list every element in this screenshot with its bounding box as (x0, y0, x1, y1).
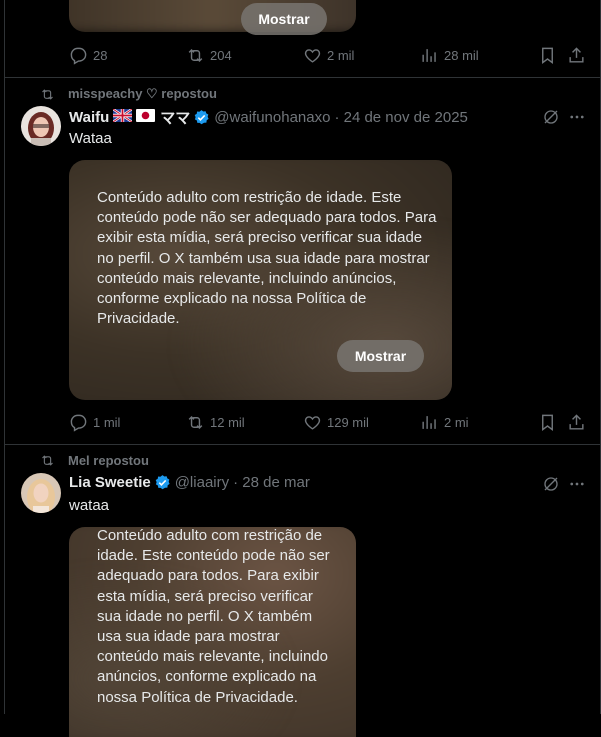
reply-icon (70, 47, 87, 65)
tweet0-action-bar: 28 204 2 mil 28 mil (69, 44, 591, 66)
tweet2-date[interactable]: · 28 de mar (233, 474, 310, 491)
verified-badge-icon (194, 110, 209, 125)
tweet2-avatar[interactable] (21, 473, 61, 513)
tweet1-reply-button[interactable]: 1 mil (69, 413, 120, 432)
repost-icon (188, 415, 203, 429)
tweet1-repost-count: 12 mil (210, 414, 245, 430)
reply-icon (70, 414, 87, 432)
tweet0-repost-button[interactable]: 204 (186, 46, 232, 65)
more-options-icon[interactable] (568, 475, 586, 493)
tweet1-reply-count: 1 mil (93, 414, 121, 430)
tweet0-view-count: 28 mil (444, 47, 479, 63)
share-icon (569, 413, 584, 430)
tweet0-show-button[interactable]: Mostrar (241, 3, 327, 35)
tweet1-author-name-suffix: ママ (160, 110, 191, 127)
tweet1-repost-context[interactable]: misspeachy ♡ repostou (40, 86, 217, 102)
tweet1-author-name[interactable]: Waifu (69, 109, 109, 126)
japan-flag-icon (136, 109, 156, 126)
tweet2-repost-context[interactable]: Mel repostou (40, 453, 149, 468)
tweet2-media-warning: Conteúdo adulto com restrição de idade. … (97, 527, 330, 706)
tweet1-header: Waifu ママ @waifunohanaxo · 24 de nov de 2… (69, 107, 468, 128)
more-options-icon[interactable] (568, 108, 586, 126)
tweet1-repost-button[interactable]: 12 mil (186, 413, 245, 432)
tweet1-like-count: 129 mil (327, 414, 369, 430)
tweet0-bookmark-button[interactable] (538, 46, 557, 65)
heart-icon (304, 48, 321, 63)
bookmark-icon (542, 414, 553, 431)
views-icon (422, 415, 436, 429)
tweet1-repost-label: misspeachy ♡ repostou (68, 86, 217, 101)
tweet2-author-name[interactable]: Lia Sweetie (69, 474, 151, 491)
tweet0-reply-button[interactable]: 28 (69, 46, 107, 65)
repost-icon (42, 455, 53, 466)
tweet1-view-count: 2 mi (444, 414, 469, 430)
tweet-divider (5, 77, 600, 78)
tweet1-show-button[interactable]: Mostrar (337, 340, 424, 372)
tweet0-repost-count: 204 (210, 47, 232, 63)
tweet1-views-button[interactable]: 2 mi (420, 413, 469, 432)
timeline-border-left (4, 0, 5, 714)
verified-badge-icon (155, 475, 170, 490)
uk-flag-icon (112, 108, 133, 126)
tweet0-reply-count: 28 (93, 47, 108, 63)
heart-icon (304, 415, 321, 430)
repost-icon (188, 48, 203, 62)
tweet1-handle[interactable]: @waifunohanaxo (214, 109, 330, 126)
tweet2-header: Lia Sweetie @liaairy · 28 de mar (69, 474, 310, 491)
tweet0-views-button[interactable]: 28 mil (420, 46, 479, 65)
tweet1-like-button[interactable]: 129 mil (303, 413, 369, 432)
grok-icon[interactable] (542, 475, 560, 493)
tweet2-text: wataa (69, 497, 110, 514)
tweet1-bookmark-button[interactable] (538, 413, 557, 432)
tweet0-like-count: 2 mil (327, 47, 355, 63)
tweet-divider (5, 444, 600, 445)
tweet1-share-button[interactable] (567, 413, 586, 432)
tweet2-handle[interactable]: @liaairy (175, 474, 229, 491)
tweet1-avatar[interactable] (21, 106, 61, 146)
tweet2-repost-label: Mel repostou (68, 453, 149, 468)
tweet0-share-button[interactable] (567, 46, 586, 65)
tweet0-like-button[interactable]: 2 mil (303, 46, 354, 65)
grok-icon[interactable] (542, 108, 560, 126)
tweet1-text: Wataa (69, 130, 112, 147)
bookmark-icon (542, 47, 553, 64)
views-icon (422, 48, 436, 62)
tweet1-media-warning: Conteúdo adulto com restrição de idade. … (97, 189, 437, 328)
tweet1-date[interactable]: · 24 de nov de 2025 (334, 109, 467, 126)
tweet1-action-bar: 1 mil 12 mil 129 mil 2 mi (69, 411, 591, 433)
repost-icon (42, 88, 53, 100)
share-icon (569, 46, 584, 63)
